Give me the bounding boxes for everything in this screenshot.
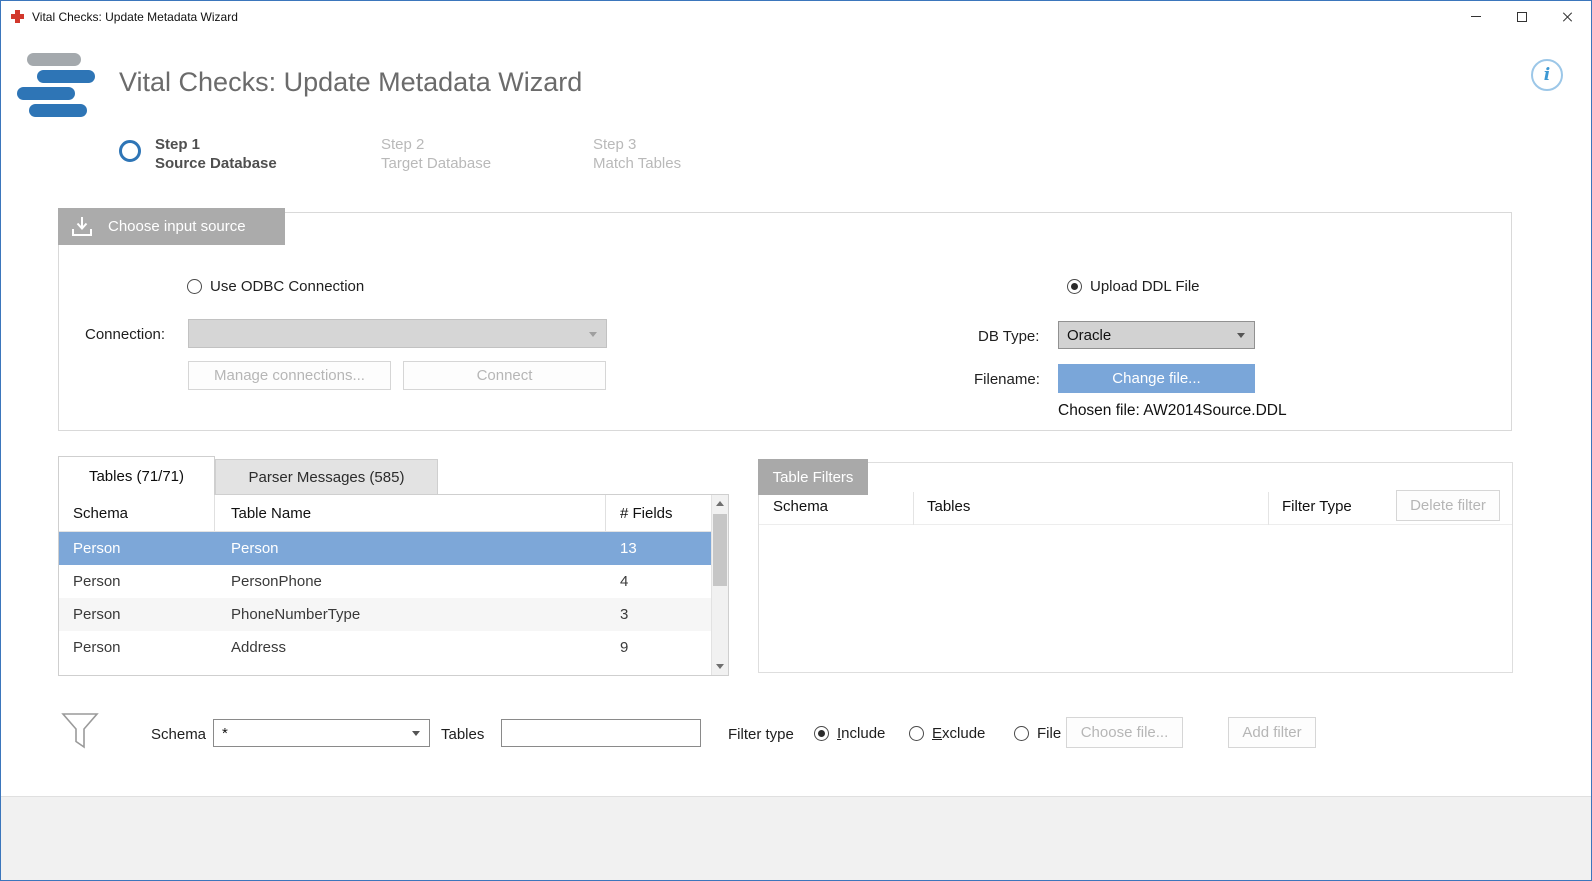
cell-schema: Person [59, 573, 215, 590]
cell-table-name: Address [215, 639, 606, 656]
step-2: Step 2 Target Database [381, 135, 491, 173]
table-row[interactable]: Person Person 13 [59, 532, 711, 565]
cell-table-name: PhoneNumberType [215, 606, 606, 623]
table-filters-tab[interactable]: Table Filters [758, 459, 868, 495]
step-2-sublabel: Target Database [381, 154, 491, 173]
db-type-value: Oracle [1067, 327, 1111, 344]
chevron-down-icon [412, 731, 420, 736]
scroll-up-icon[interactable] [712, 495, 728, 512]
app-icon [11, 10, 24, 23]
window-title: Vital Checks: Update Metadata Wizard [32, 10, 238, 24]
maximize-button[interactable] [1499, 1, 1545, 32]
tables-grid: Schema Table Name # Fields Person Person… [58, 494, 729, 676]
scrollbar-thumb[interactable] [713, 514, 727, 586]
radio-exclude[interactable]: Exclude [909, 725, 985, 742]
table-row[interactable]: Person PersonPhone 4 [59, 565, 711, 598]
filters-column-schema: Schema [773, 498, 828, 515]
step-1: Step 1 Source Database [155, 135, 277, 173]
input-source-header: Choose input source [58, 208, 285, 245]
step-3: Step 3 Match Tables [593, 135, 681, 173]
cell-fields: 13 [606, 540, 711, 557]
close-icon [1562, 11, 1574, 23]
tables-filter-label: Tables [441, 726, 484, 743]
radio-checked-icon [1067, 279, 1082, 294]
radio-checked-icon [814, 726, 829, 741]
table-row[interactable]: Person PhoneNumberType 3 [59, 598, 711, 631]
step-3-sublabel: Match Tables [593, 154, 681, 173]
app-logo-icon [15, 53, 101, 125]
manage-connections-button[interactable]: Manage connections... [188, 361, 391, 390]
step-1-sublabel: Source Database [155, 154, 277, 173]
cell-schema: Person [59, 606, 215, 623]
radio-include[interactable]: Include [814, 725, 885, 742]
cell-table-name: Person [215, 540, 606, 557]
delete-filter-button[interactable]: Delete filter [1396, 490, 1500, 521]
column-header-table-name[interactable]: Table Name [215, 495, 606, 531]
cell-schema: Person [59, 639, 215, 656]
radio-file[interactable]: File [1014, 725, 1061, 742]
radio-unchecked-icon [1014, 726, 1029, 741]
change-file-button[interactable]: Change file... [1058, 364, 1255, 393]
tab-tables[interactable]: Tables (71/71) [58, 456, 215, 495]
radio-use-odbc[interactable]: Use ODBC Connection [187, 278, 364, 295]
schema-filter-value: * [222, 725, 228, 742]
radio-use-odbc-label: Use ODBC Connection [210, 278, 364, 295]
radio-include-label: Include [837, 725, 885, 742]
minimize-button[interactable] [1453, 1, 1499, 32]
choose-file-button[interactable]: Choose file... [1066, 717, 1183, 748]
cell-fields: 9 [606, 639, 711, 656]
maximize-icon [1517, 12, 1527, 22]
connect-button[interactable]: Connect [403, 361, 606, 390]
column-header-fields[interactable]: # Fields [606, 495, 711, 531]
connection-dropdown[interactable] [188, 319, 607, 348]
tables-filter-input[interactable] [501, 719, 701, 747]
add-filter-button[interactable]: Add filter [1228, 717, 1316, 748]
info-icon[interactable]: i [1531, 59, 1563, 91]
footer-bar: Cancel Previous step Next step [1, 796, 1591, 881]
radio-exclude-label: Exclude [932, 725, 985, 742]
column-header-schema[interactable]: Schema [59, 495, 215, 531]
connection-label: Connection: [85, 326, 165, 343]
step-1-label: Step 1 [155, 135, 277, 154]
schema-filter-dropdown[interactable]: * [213, 719, 430, 747]
close-button[interactable] [1545, 1, 1591, 32]
cell-schema: Person [59, 540, 215, 557]
cell-fields: 4 [606, 573, 711, 590]
scroll-down-icon[interactable] [712, 658, 728, 675]
filters-column-filter-type: Filter Type [1282, 498, 1352, 515]
step-2-label: Step 2 [381, 135, 491, 154]
tab-parser-messages[interactable]: Parser Messages (585) [215, 459, 438, 494]
radio-upload-ddl[interactable]: Upload DDL File [1067, 278, 1200, 295]
radio-file-label: File [1037, 725, 1061, 742]
step-3-label: Step 3 [593, 135, 681, 154]
cell-table-name: PersonPhone [215, 573, 606, 590]
cell-fields: 3 [606, 606, 711, 623]
radio-upload-ddl-label: Upload DDL File [1090, 278, 1200, 295]
minimize-icon [1471, 16, 1481, 17]
filters-column-tables: Tables [927, 498, 970, 515]
filter-funnel-icon [61, 710, 99, 752]
db-type-label: DB Type: [978, 328, 1039, 345]
chevron-down-icon [1237, 333, 1245, 338]
vertical-scrollbar[interactable] [711, 495, 728, 675]
db-type-dropdown[interactable]: Oracle [1058, 321, 1255, 349]
schema-filter-label: Schema [151, 726, 206, 743]
input-source-title: Choose input source [108, 218, 246, 235]
radio-unchecked-icon [909, 726, 924, 741]
download-icon [70, 216, 94, 238]
filename-label: Filename: [974, 371, 1040, 388]
table-row[interactable]: Person Address 9 [59, 631, 711, 664]
page-title: Vital Checks: Update Metadata Wizard [119, 67, 582, 98]
title-bar: Vital Checks: Update Metadata Wizard [1, 1, 1591, 32]
chosen-file-text: Chosen file: AW2014Source.DDL [1058, 402, 1287, 420]
chevron-down-icon [589, 332, 597, 337]
radio-unchecked-icon [187, 279, 202, 294]
app-window: Vital Checks: Update Metadata Wizard Vit… [0, 0, 1592, 881]
filter-type-label: Filter type [728, 726, 794, 743]
tables-grid-header: Schema Table Name # Fields [59, 495, 711, 532]
step1-indicator-icon [119, 140, 141, 162]
